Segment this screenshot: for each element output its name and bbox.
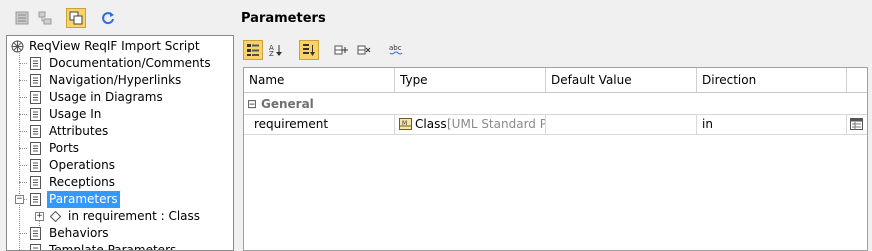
copy-layout-icon xyxy=(69,11,83,25)
tree-root-label: ReqView ReqIF Import Script xyxy=(29,39,200,53)
tree-item-label: Template Parameters xyxy=(49,243,177,251)
sort-alphabetical-button[interactable]: A Z xyxy=(266,40,286,60)
tree-connector xyxy=(19,233,27,234)
class-type-icon: M xyxy=(399,118,412,130)
cell-type[interactable]: M Class [UML Standard P... xyxy=(395,115,546,134)
svg-text:abc: abc xyxy=(389,44,402,52)
svg-text:Z: Z xyxy=(269,50,274,57)
tree-item-parameter-requirement[interactable]: + in requirement : Class xyxy=(7,208,233,225)
spelling-icon: abc xyxy=(389,44,403,55)
hierarchy-view-button[interactable] xyxy=(35,8,55,28)
document-icon xyxy=(30,159,41,172)
tree-connector xyxy=(19,148,27,149)
tree-item-label: Parameters xyxy=(47,191,120,208)
top-toolbar: Parameters xyxy=(0,0,872,36)
tree-item-template-parameters[interactable]: Template Parameters xyxy=(7,242,233,251)
categorized-view-button[interactable] xyxy=(243,40,263,60)
sort-order-icon xyxy=(303,44,315,56)
tree-item-usage-in-diagrams[interactable]: Usage in Diagrams xyxy=(7,89,233,106)
tree-connector xyxy=(19,165,27,166)
table-edit-icon xyxy=(850,118,863,130)
tree-item-label: Operations xyxy=(49,158,115,172)
parameter-icon xyxy=(50,211,61,222)
list-view-icon xyxy=(15,11,29,25)
column-header-default-value[interactable]: Default Value xyxy=(546,68,697,92)
cell-name[interactable]: requirement xyxy=(244,115,395,134)
document-icon xyxy=(30,125,41,138)
tree-connector xyxy=(19,80,27,81)
class-icon xyxy=(11,40,24,53)
panel-title: Parameters xyxy=(241,11,326,26)
refresh-button[interactable] xyxy=(98,8,118,28)
spelling-button[interactable]: abc xyxy=(386,40,406,60)
tree-item-ports[interactable]: Ports xyxy=(7,140,233,157)
tree-item-usage-in[interactable]: Usage In xyxy=(7,106,233,123)
column-header-type[interactable]: Type xyxy=(395,68,546,92)
cell-type-owner: [UML Standard P... xyxy=(447,117,546,131)
collapse-expander[interactable]: − xyxy=(15,195,24,204)
sort-alphabetical-icon: A Z xyxy=(269,44,282,57)
tree-item-label: Ports xyxy=(49,141,80,155)
tree-root-node[interactable]: ReqView ReqIF Import Script xyxy=(7,38,233,55)
tree-item-label: Behaviors xyxy=(49,226,109,240)
expand-expander[interactable]: + xyxy=(35,212,44,221)
refresh-icon xyxy=(102,12,114,25)
document-icon xyxy=(30,176,41,189)
tree-item-parameters[interactable]: − Parameters xyxy=(7,191,233,208)
tree-connector xyxy=(19,114,27,115)
tree-item-behaviors[interactable]: Behaviors xyxy=(7,225,233,242)
sort-order-button[interactable] xyxy=(299,40,319,60)
tree-item-label: Usage in Diagrams xyxy=(49,90,163,104)
copy-layout-button[interactable] xyxy=(66,8,86,28)
cell-type-label: Class xyxy=(415,117,447,131)
tree-connector xyxy=(19,182,27,183)
tree-item-label: in requirement : Class xyxy=(68,209,201,223)
document-icon xyxy=(30,108,41,121)
tree-item-label: Usage In xyxy=(49,107,102,121)
tree-item-navigation[interactable]: Navigation/Hyperlinks xyxy=(7,72,233,89)
tree-item-operations[interactable]: Operations xyxy=(7,157,233,174)
tree-item-label: Documentation/Comments xyxy=(49,56,211,70)
containment-tree: ReqView ReqIF Import Script Documentatio… xyxy=(6,35,234,251)
document-icon xyxy=(30,227,41,240)
categorized-view-icon xyxy=(247,44,259,56)
tree-item-label: Attributes xyxy=(49,124,109,138)
document-icon xyxy=(30,193,41,206)
group-collapse-icon[interactable]: ⊟ xyxy=(247,95,257,113)
group-label: General xyxy=(261,97,314,111)
document-icon xyxy=(30,91,41,104)
tree-connector xyxy=(19,131,27,132)
add-row-icon xyxy=(334,45,348,55)
svg-text:M: M xyxy=(402,120,407,127)
document-icon xyxy=(30,142,41,155)
panel-splitter[interactable] xyxy=(234,35,241,251)
document-icon xyxy=(30,244,41,250)
parameters-panel: A Z abc Name Type Default Value Directio… xyxy=(241,35,872,251)
cell-direction[interactable]: in xyxy=(697,115,847,134)
tree-item-receptions[interactable]: Receptions xyxy=(7,174,233,191)
document-icon xyxy=(30,57,41,70)
remove-row-button[interactable] xyxy=(354,40,374,60)
tree-item-documentation[interactable]: Documentation/Comments xyxy=(7,55,233,72)
tree-item-label: Navigation/Hyperlinks xyxy=(49,73,182,87)
cell-default-value[interactable] xyxy=(546,115,697,134)
column-header-name[interactable]: Name xyxy=(244,68,395,92)
table-header: Name Type Default Value Direction xyxy=(244,68,867,93)
row-edit-button[interactable] xyxy=(847,115,867,134)
tree-item-label: Receptions xyxy=(49,175,116,189)
group-row-general[interactable]: ⊟ General xyxy=(244,95,867,113)
hierarchy-view-icon xyxy=(38,11,52,25)
table-row[interactable]: requirement M Class [UML Standard P... i… xyxy=(244,114,867,135)
tree-connector xyxy=(19,97,27,98)
document-icon xyxy=(30,74,41,87)
parameters-table: Name Type Default Value Direction ⊟ Gene… xyxy=(243,67,868,251)
remove-row-icon xyxy=(357,45,371,55)
add-row-button[interactable] xyxy=(331,40,351,60)
tree-connector xyxy=(19,63,27,64)
list-view-button[interactable] xyxy=(12,8,32,28)
tree-connector xyxy=(24,199,27,200)
column-header-direction[interactable]: Direction xyxy=(697,68,847,92)
tree-item-attributes[interactable]: Attributes xyxy=(7,123,233,140)
